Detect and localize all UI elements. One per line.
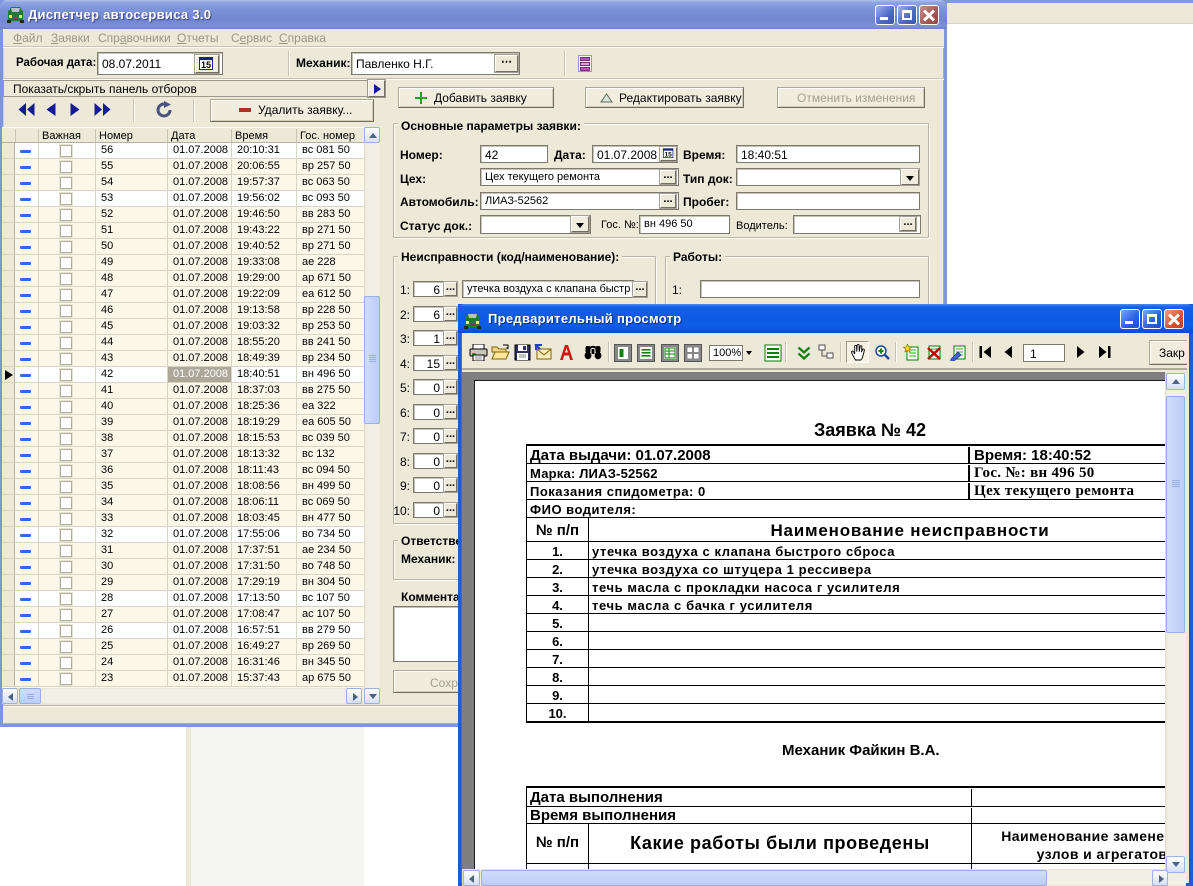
svg-text:15: 15: [201, 60, 211, 70]
svg-text:15: 15: [664, 151, 672, 158]
